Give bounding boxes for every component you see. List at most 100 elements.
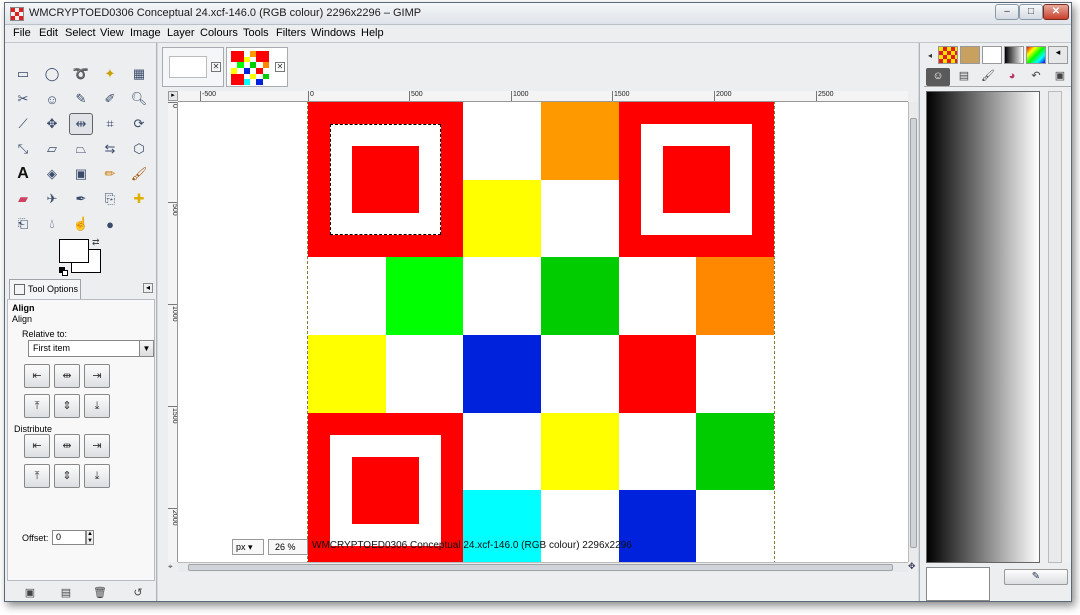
distribute-left-button[interactable]: ⇤ bbox=[24, 434, 50, 458]
tool-options-icon[interactable]: ☺ bbox=[926, 68, 950, 86]
cage-transform-icon[interactable]: ⬡ bbox=[127, 138, 151, 160]
align-bottom-button[interactable]: ⤓ bbox=[84, 394, 110, 418]
menu-windows[interactable]: Windows bbox=[311, 27, 356, 39]
paintbrush-icon[interactable]: 🖌︎ bbox=[976, 68, 1000, 86]
bucket-fill-icon[interactable]: ◈ bbox=[40, 163, 64, 185]
menu-edit[interactable]: Edit bbox=[39, 27, 58, 39]
horizontal-ruler[interactable]: -500 0 500 1000 1500 2000 2500 bbox=[178, 91, 908, 102]
colors-icon[interactable]: ◕ bbox=[1000, 68, 1024, 86]
offset-stepper[interactable]: ▲ ▼ bbox=[86, 530, 94, 545]
device-status-icon[interactable]: ▤ bbox=[952, 68, 976, 86]
ink-icon[interactable]: ✒ bbox=[69, 188, 93, 210]
align-top-button[interactable]: ⤒ bbox=[24, 394, 50, 418]
fuzzy-select-icon[interactable]: ✦ bbox=[98, 63, 122, 85]
smudge-icon[interactable]: ☝ bbox=[69, 213, 93, 235]
blend-icon[interactable]: ▣ bbox=[69, 163, 93, 185]
tab-brushes[interactable] bbox=[960, 46, 980, 64]
dock-arrow-icon[interactable]: ◂ bbox=[928, 51, 932, 60]
scale-icon[interactable]: ⤡ bbox=[11, 138, 35, 160]
free-select-icon[interactable]: ➰ bbox=[69, 63, 93, 85]
distribute-top-button[interactable]: ⤒ bbox=[24, 464, 50, 488]
distribute-center-button[interactable]: ⇹ bbox=[54, 434, 80, 458]
by-color-select-icon[interactable]: ▦ bbox=[127, 63, 151, 85]
quick-mask-toggle[interactable]: ▸ bbox=[168, 91, 178, 101]
perspective-icon[interactable]: ⏢ bbox=[69, 138, 93, 160]
tab-palettes[interactable] bbox=[1026, 46, 1046, 64]
reset-colors-icon[interactable] bbox=[59, 267, 68, 276]
dock-scrollbar[interactable] bbox=[1048, 91, 1062, 563]
paintbrush-icon[interactable]: 🖌︎ bbox=[127, 163, 151, 185]
tab-paths[interactable] bbox=[982, 46, 1002, 64]
crop-icon[interactable]: ⌗ bbox=[98, 113, 122, 135]
scrollbar-thumb[interactable] bbox=[188, 564, 893, 571]
align-left-button[interactable]: ⇤ bbox=[24, 364, 50, 388]
distribute-bottom-button[interactable]: ⤓ bbox=[84, 464, 110, 488]
images-icon[interactable]: ▣ bbox=[1048, 68, 1071, 86]
menu-help[interactable]: Help bbox=[361, 27, 384, 39]
color-picker-icon[interactable]: ✐ bbox=[98, 88, 122, 110]
scrollbar-thumb[interactable] bbox=[910, 118, 917, 548]
maximize-button[interactable]: □ bbox=[1019, 4, 1043, 20]
undo-history-icon[interactable]: ↶ bbox=[1024, 68, 1048, 86]
measure-icon[interactable]: ⟋ bbox=[11, 113, 35, 135]
close-icon[interactable]: ✕ bbox=[211, 62, 221, 72]
distribute-middle-button[interactable]: ⇕ bbox=[54, 464, 80, 488]
offset-input[interactable]: 0 bbox=[52, 530, 86, 545]
image-tab-blank[interactable]: ✕ bbox=[162, 47, 224, 87]
image-tab-qr[interactable]: ✕ bbox=[226, 47, 288, 87]
relative-to-select[interactable]: First item ▼ bbox=[28, 340, 154, 357]
align-center-button[interactable]: ⇹ bbox=[54, 364, 80, 388]
clone-icon[interactable]: ⎘ bbox=[98, 188, 122, 210]
vertical-ruler[interactable]: 0 500 1000 1500 2000 bbox=[168, 102, 178, 562]
foreground-color[interactable] bbox=[59, 239, 89, 263]
foreground-select-icon[interactable]: ☺ bbox=[40, 88, 64, 110]
menu-tools[interactable]: Tools bbox=[243, 27, 269, 39]
menu-layer[interactable]: Layer bbox=[167, 27, 195, 39]
gradient-preview[interactable] bbox=[926, 91, 1040, 563]
close-icon[interactable]: ✕ bbox=[275, 62, 285, 72]
close-button[interactable]: ✕ bbox=[1043, 4, 1069, 20]
dock-scrollbar-secondary[interactable] bbox=[1062, 91, 1071, 563]
tab-tool-options[interactable]: Tool Options bbox=[9, 279, 81, 299]
menu-colours[interactable]: Colours bbox=[200, 27, 238, 39]
delete-options-icon[interactable]: 🗑︎ bbox=[93, 587, 107, 599]
distribute-right-button[interactable]: ⇥ bbox=[84, 434, 110, 458]
zoom-select[interactable]: 26 % bbox=[268, 539, 308, 555]
brush-preview[interactable] bbox=[926, 567, 990, 601]
reset-options-icon[interactable]: ↺ bbox=[131, 587, 145, 599]
shear-icon[interactable]: ▱ bbox=[40, 138, 64, 160]
blur-sharpen-icon[interactable]: 💧︎ bbox=[40, 213, 64, 235]
menu-file[interactable]: File bbox=[13, 27, 31, 39]
save-options-icon[interactable]: ▣ bbox=[23, 587, 37, 599]
align-right-button[interactable]: ⇥ bbox=[84, 364, 110, 388]
vertical-scrollbar[interactable] bbox=[908, 102, 918, 562]
menu-view[interactable]: View bbox=[100, 27, 124, 39]
menu-image[interactable]: Image bbox=[130, 27, 161, 39]
pencil-icon[interactable]: ✏ bbox=[98, 163, 122, 185]
canvas-viewport[interactable] bbox=[178, 102, 908, 562]
dodge-burn-icon[interactable]: ● bbox=[98, 213, 122, 235]
align-icon[interactable]: ⇹ bbox=[69, 113, 93, 135]
restore-options-icon[interactable]: ▤ bbox=[59, 587, 73, 599]
tab-patterns[interactable] bbox=[938, 46, 958, 64]
scissors-select-icon[interactable]: ✂ bbox=[11, 88, 35, 110]
rotate-icon[interactable]: ⟳ bbox=[127, 113, 151, 135]
text-icon[interactable]: A bbox=[11, 163, 35, 185]
swap-colors-icon[interactable]: ⇄ bbox=[92, 237, 100, 248]
align-middle-button[interactable]: ⇕ bbox=[54, 394, 80, 418]
paths-icon[interactable]: ✎ bbox=[69, 88, 93, 110]
zoom-fit-icon[interactable]: ⌖ bbox=[168, 562, 178, 572]
navigate-icon[interactable]: ✥ bbox=[908, 562, 918, 572]
perspective-clone-icon[interactable]: ⎗ bbox=[11, 213, 35, 235]
airbrush-icon[interactable]: ✈ bbox=[40, 188, 64, 210]
unit-select[interactable]: px ▾ bbox=[232, 539, 264, 555]
tab-gradients[interactable] bbox=[1004, 46, 1024, 64]
heal-icon[interactable]: ✚ bbox=[127, 188, 151, 210]
panel-menu-button[interactable]: ◂ bbox=[143, 283, 153, 293]
zoom-icon[interactable]: 🔍︎ bbox=[127, 88, 151, 110]
minimize-button[interactable]: – bbox=[995, 4, 1019, 20]
menu-filters[interactable]: Filters bbox=[276, 27, 306, 39]
eraser-icon[interactable]: ▰ bbox=[11, 188, 35, 210]
dock-menu-icon[interactable]: ◂ bbox=[1048, 46, 1068, 64]
move-icon[interactable]: ✥ bbox=[40, 113, 64, 135]
